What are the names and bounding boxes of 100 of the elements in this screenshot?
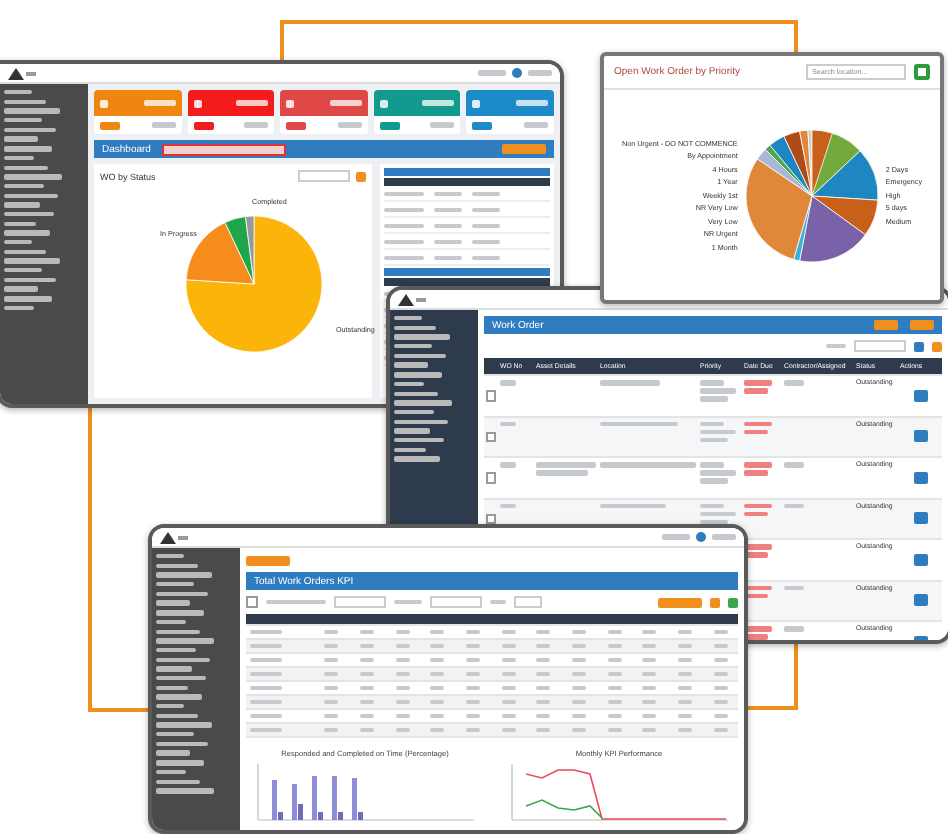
- menu-item[interactable]: [394, 316, 422, 321]
- menu-item[interactable]: [156, 769, 186, 775]
- view-button[interactable]: [193, 121, 214, 129]
- row-checkbox[interactable]: [485, 431, 497, 442]
- menu-item[interactable]: [156, 685, 188, 691]
- view-button[interactable]: [286, 121, 307, 129]
- row-checkbox[interactable]: [485, 390, 497, 401]
- menu-item[interactable]: [4, 155, 34, 161]
- blurred-text: [536, 470, 588, 475]
- filter-button[interactable]: [355, 171, 366, 181]
- search-button[interactable]: [914, 341, 924, 351]
- logo-icon: [8, 67, 36, 79]
- blurred-text: [143, 100, 176, 106]
- menu-item[interactable]: [394, 381, 424, 387]
- logo-icon: [398, 293, 426, 305]
- menu-item[interactable]: [394, 353, 446, 359]
- menu-item[interactable]: [156, 704, 184, 709]
- menu-item[interactable]: [156, 582, 194, 587]
- menu-item[interactable]: [4, 183, 44, 189]
- year-field[interactable]: [513, 596, 541, 608]
- blurred-text: [744, 634, 768, 639]
- search-button[interactable]: [658, 597, 702, 607]
- blurred-text: [744, 421, 772, 426]
- menu-item[interactable]: [4, 99, 46, 105]
- back-button[interactable]: [246, 555, 290, 565]
- menu-item[interactable]: [394, 419, 448, 424]
- menu-item[interactable]: [4, 249, 46, 255]
- blurred-text: [744, 552, 768, 557]
- blurred-text: [744, 511, 768, 516]
- menu-item[interactable]: [156, 647, 196, 653]
- blurred-text: [383, 207, 424, 213]
- blurred-text: [700, 511, 736, 516]
- row-checkbox[interactable]: [485, 472, 497, 483]
- blurred-text: [700, 470, 736, 475]
- menu-item[interactable]: [156, 554, 184, 559]
- menu-item[interactable]: [156, 713, 198, 719]
- menu-item[interactable]: [4, 193, 58, 198]
- blurred-text: [744, 380, 772, 385]
- tile-icon: [379, 99, 388, 107]
- blurred-text: [784, 462, 804, 467]
- menu-item[interactable]: [4, 268, 42, 273]
- menu-item[interactable]: [156, 563, 198, 569]
- menu-item[interactable]: [156, 675, 206, 681]
- blurred-text: [244, 122, 269, 128]
- summary-tile[interactable]: [280, 90, 368, 134]
- menu-item[interactable]: [156, 741, 208, 747]
- filter-field[interactable]: [429, 596, 481, 608]
- view-button[interactable]: [100, 121, 120, 129]
- menu-item[interactable]: [156, 629, 200, 634]
- menu-item[interactable]: [394, 325, 436, 331]
- blurred-text: [471, 239, 500, 245]
- tile-icon: [193, 99, 202, 107]
- tile-icon: [472, 99, 481, 107]
- avatar-icon[interactable]: [696, 532, 706, 542]
- blurred-text: [744, 388, 768, 393]
- menu-item[interactable]: [4, 221, 36, 227]
- menu-item[interactable]: [394, 447, 426, 453]
- filter-field[interactable]: [333, 596, 385, 608]
- tile-icon: [286, 99, 295, 107]
- view-button[interactable]: [379, 121, 400, 129]
- blurred-text: [337, 122, 362, 128]
- menu-item[interactable]: [156, 619, 186, 625]
- filter-field[interactable]: [297, 170, 350, 182]
- menu-item[interactable]: [394, 344, 432, 349]
- menu-item[interactable]: [4, 277, 56, 283]
- menu-item[interactable]: [156, 591, 208, 597]
- menu-item[interactable]: [4, 118, 42, 123]
- edit-button[interactable]: [913, 594, 927, 607]
- summary-tile[interactable]: [187, 90, 275, 134]
- summary-tile[interactable]: [94, 90, 182, 134]
- menu-item[interactable]: [156, 779, 200, 784]
- blurred-text: [471, 191, 500, 197]
- blurred-text: [430, 122, 455, 128]
- menu-item[interactable]: [4, 305, 34, 311]
- blurred-text: [236, 100, 269, 106]
- menu-item[interactable]: [4, 211, 54, 217]
- menu-item[interactable]: [394, 437, 444, 443]
- search-field[interactable]: [854, 340, 906, 352]
- menu-item[interactable]: [4, 240, 32, 245]
- menu-item[interactable]: [394, 391, 438, 396]
- menu-item[interactable]: [4, 165, 48, 170]
- blurred-text: [536, 462, 596, 467]
- edit-button[interactable]: [913, 430, 927, 443]
- edit-button[interactable]: [913, 471, 927, 484]
- menu-item[interactable]: [156, 657, 210, 662]
- blurred-text: [528, 70, 552, 76]
- menu-item[interactable]: [394, 409, 434, 415]
- checkbox[interactable]: [246, 596, 257, 608]
- avatar-icon[interactable]: [512, 68, 522, 78]
- blurred-text: [433, 239, 462, 245]
- view-button[interactable]: [472, 121, 493, 129]
- menu-item[interactable]: [4, 90, 32, 95]
- menu-item[interactable]: [156, 732, 194, 737]
- reset-button[interactable]: [932, 341, 942, 351]
- edit-button[interactable]: [913, 553, 927, 566]
- edit-button[interactable]: [913, 512, 927, 525]
- edit-button[interactable]: [913, 389, 927, 402]
- summary-tile[interactable]: [466, 90, 554, 134]
- menu-item[interactable]: [4, 127, 56, 133]
- summary-tile[interactable]: [373, 90, 461, 134]
